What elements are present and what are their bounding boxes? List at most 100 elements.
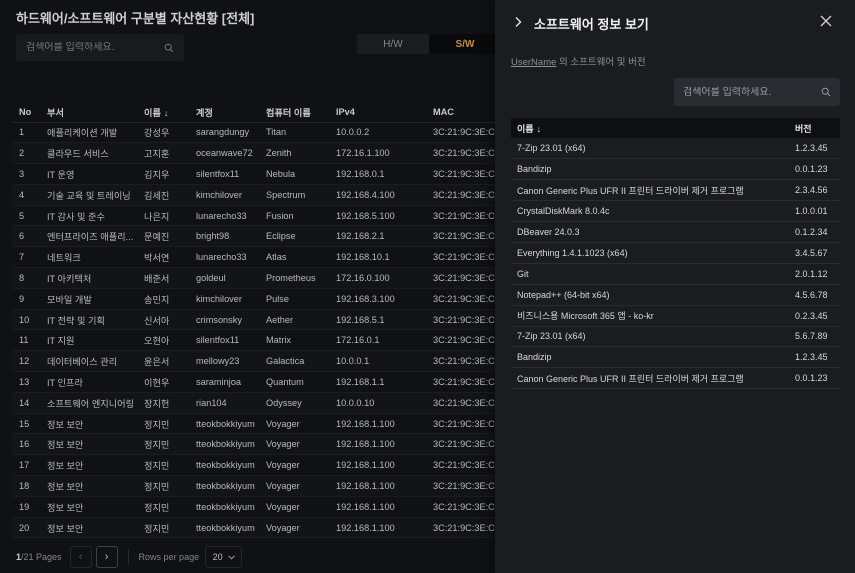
cell-pc: Voyager [259,517,329,539]
pagination: 1 /21 Pages ‹ › Rows per page 20 [16,546,243,568]
column-header-dept[interactable]: 부서 [40,102,137,123]
chevron-right-icon[interactable] [513,16,523,28]
rows-per-page-select[interactable]: 20 [205,546,243,568]
table-row[interactable]: 17 정보 보안 정지민 tteokbokkiyum Voyager 192.168.1.… [12,454,500,477]
username-link[interactable]: UserName [511,57,556,68]
sw-table-row[interactable]: Everything 1.4.1.1023 (x64) 3.4.5.67 [511,242,840,264]
table-row[interactable]: 5 IT 감사 및 준수 나은지 lunarecho33 Fusion 192.168.5… [12,205,500,227]
cell-dept: IT 인프라 [40,371,137,393]
close-icon[interactable] [820,15,832,27]
cell-dept: IT 감사 및 준수 [40,205,137,227]
sw-cell-version: 0.2.3.45 [789,305,840,327]
cell-name: 김지우 [137,163,189,185]
table-row[interactable]: 6 엔터프라이즈 애플리... 문예진 bright98 Eclipse 192.168.… [12,225,500,248]
arrow-down-icon[interactable]: ↓ [537,124,542,134]
sw-table-row[interactable]: Git 2.0.1.12 [511,263,840,285]
sw-table-row[interactable]: 7-Zip 23.01 (x64) 1.2.3.45 [511,138,840,160]
cell-name: 정지민 [137,433,189,456]
sw-table-row[interactable]: Notepad++ (64-bit x64) 4.5.6.78 [511,284,840,306]
cell-name: 장지헌 [137,392,189,414]
cell-mac: 3C:21:9C:3E:C5 [426,392,500,414]
table-row[interactable]: 18 정보 보안 정지민 tteokbokkiyum Voyager 192.168.1.… [12,475,500,497]
table-row[interactable]: 14 소프트웨어 엔지니어링 장지헌 rian104 Odyssey 10.0.0.10 3… [12,392,500,414]
sw-column-header-version[interactable]: 버전 [789,118,840,138]
sw-table-row[interactable]: Bandizip 0.0.1.23 [511,158,840,181]
sw-table-row[interactable]: Canon Generic Plus UFR II 프린터 드라이버 제거 프로… [511,367,840,390]
asset-table: No 부서 이름 ↓ 계정 컴퓨터 이름 IPv4 MAC 1 애플리케이션 개발 강… [12,102,500,539]
rows-per-page-label: Rows per page [138,552,200,562]
prev-page-button[interactable]: ‹ [69,546,92,568]
sw-cell-name: Canon Generic Plus UFR II 프린터 드라이버 제거 프로… [511,367,789,390]
cell-name: 강성우 [137,122,189,144]
cell-dept: 정보 보안 [40,454,137,477]
sw-table-row[interactable]: Canon Generic Plus UFR II 프린터 드라이버 제거 프로… [511,179,840,202]
cell-name: 윤은서 [137,350,189,373]
table-row[interactable]: 15 정보 보안 정지민 tteokbokkiyum Voyager 192.168.1.… [12,413,500,435]
cell-name: 박서연 [137,246,189,269]
cell-pc: Odyssey [259,392,329,414]
software-info-drawer: 소프트웨어 정보 보기 UserName 의 소프트웨어 및 버전 이름↓ 버전… [495,0,855,573]
arrow-down-icon[interactable]: ↓ [164,108,169,118]
cell-name: 나은지 [137,205,189,227]
chevron-left-icon: ‹ [78,551,83,563]
cell-no: 8 [12,267,40,289]
table-row[interactable]: 9 모바일 개발 송민지 kimchilover Pulse 192.168.3.100 3… [12,288,500,310]
table-row[interactable]: 16 정보 보안 정지민 tteokbokkiyum Voyager 192.168.1.… [12,433,500,456]
table-row[interactable]: 10 IT 전략 및 기획 신서아 crimsonsky Aether 192.168.5… [12,309,500,331]
cell-no: 15 [12,413,40,435]
table-row[interactable]: 12 데이터베이스 관리 윤은서 mellowy23 Galactica 10.0.0.1… [12,350,500,373]
column-header-pc[interactable]: 컴퓨터 이름 [259,102,329,123]
cell-pc: Voyager [259,475,329,497]
sw-cell-name: Bandizip [511,346,789,369]
cell-mac: 3C:21:9C:3E:C5 [426,267,500,289]
cell-account: lunarecho33 [189,205,259,227]
cell-mac: 3C:21:9C:3E:C5 [426,413,500,435]
cell-ip: 192.168.5.1 [329,309,426,331]
sw-table-row[interactable]: CrystalDiskMark 8.0.4c 1.0.0.01 [511,200,840,223]
sw-table-row[interactable]: Bandizip 1.2.3.45 [511,346,840,369]
cell-dept: 정보 보안 [40,413,137,435]
cell-ip: 10.0.0.1 [329,350,426,373]
search-icon[interactable] [821,87,831,97]
sw-cell-version: 2.3.4.56 [789,179,840,202]
next-page-button[interactable]: › [95,546,118,568]
table-row[interactable]: 13 IT 인프라 이현우 saraminjoa Quantum 192.168.1.1 3… [12,371,500,393]
sw-table-row[interactable]: DBeaver 24.0.3 0.1.2.34 [511,221,840,243]
asset-search-box[interactable] [16,34,184,61]
hw-toggle-button[interactable]: H/W [357,34,429,54]
table-row[interactable]: 20 정보 보안 정지민 tteokbokkiyum Voyager 192.168.1.… [12,517,500,539]
table-row[interactable]: 1 애플리케이션 개발 강성우 sarangdungy Titan 10.0.0.2 3C:… [12,122,500,144]
cell-name: 정지민 [137,475,189,497]
table-header-row: No 부서 이름 ↓ 계정 컴퓨터 이름 IPv4 MAC [12,102,500,123]
table-row[interactable]: 4 기술 교육 및 트레이닝 김세진 kimchilover Spectrum 192.1… [12,184,500,206]
sw-column-header-name[interactable]: 이름 ↓ [511,118,789,138]
sw-toggle-button[interactable]: S/W [429,34,501,54]
table-row[interactable]: 3 IT 운영 김지우 silentfox11 Nebula 192.168.0.1 3C:… [12,163,500,185]
cell-dept: 정보 보안 [40,517,137,539]
cell-dept: 정보 보안 [40,433,137,456]
column-header-no[interactable]: No [12,102,40,123]
table-row[interactable]: 8 IT 아키텍처 배준서 goldeul Prometheus 172.16.0.100… [12,267,500,289]
table-row[interactable]: 7 네트워크 박서연 lunarecho33 Atlas 192.168.10.1 3C:2… [12,246,500,269]
column-header-account[interactable]: 계정 [189,102,259,123]
cell-ip: 192.168.0.1 [329,163,426,185]
sw-table-row[interactable]: 7-Zip 23.01 (x64) 5.6.7.89 [511,326,840,348]
drawer-search-box[interactable] [674,78,840,106]
cell-mac: 3C:21:9C:3E:C5 [426,163,500,185]
search-input[interactable] [26,42,156,53]
drawer-search-input[interactable] [683,86,813,98]
cell-mac: 3C:21:9C:3E:C5 [426,433,500,456]
search-icon[interactable] [164,43,174,53]
sw-header-row: 이름 ↓ 버전 [511,118,840,138]
column-header-mac[interactable]: MAC [426,102,500,123]
column-header-ip[interactable]: IPv4 [329,102,426,123]
column-header-name[interactable]: 이름 ↓ [137,102,189,123]
sw-table-row[interactable]: 비즈니스용 Microsoft 365 앱 - ko-kr 0.2.3.45 [511,305,840,327]
cell-account: saraminjoa [189,371,259,393]
table-row[interactable]: 2 클라우드 서비스 고지훈 oceanwave72 Zenith 172.16.1.10… [12,142,500,165]
cell-mac: 3C:21:9C:3E:C5 [426,205,500,227]
table-row[interactable]: 19 정보 보안 정지민 tteokbokkiyum Voyager 192.168.1.… [12,496,500,518]
table-row[interactable]: 11 IT 지원 오현아 silentfox11 Matrix 172.16.0.1 3C:… [12,329,500,352]
cell-mac: 3C:21:9C:3E:C5 [426,184,500,206]
cell-ip: 192.168.1.100 [329,517,426,539]
